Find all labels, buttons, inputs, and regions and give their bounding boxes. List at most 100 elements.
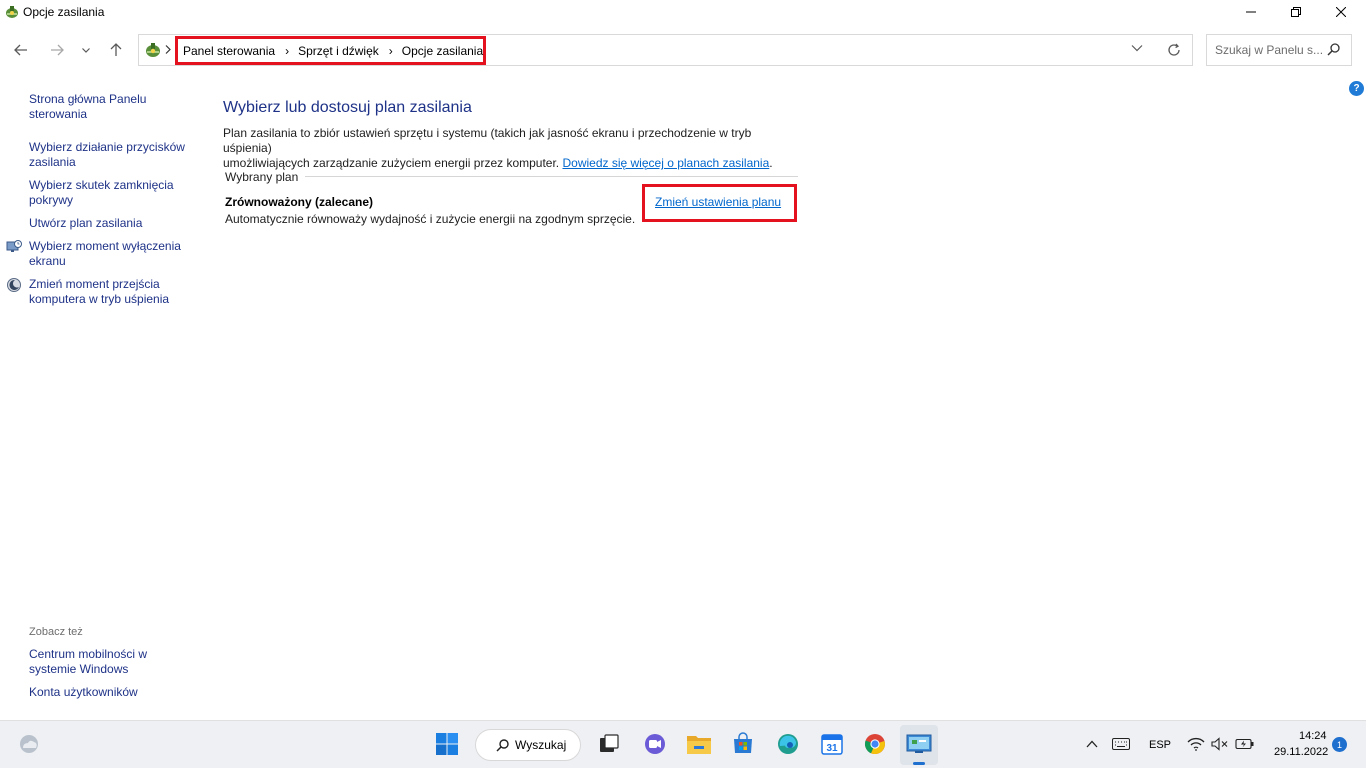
calendar-icon: 31	[821, 734, 843, 755]
sidebar-item-label: Centrum mobilności w	[29, 647, 148, 661]
forward-arrow-icon	[51, 44, 64, 56]
file-explorer-button[interactable]	[684, 730, 714, 758]
description-line: umożliwiających zarządzanie zużyciem ene…	[223, 156, 803, 171]
title-bar: Opcje zasilania	[0, 0, 1366, 24]
forward-button[interactable]	[45, 38, 69, 62]
selected-plan-label: Wybrany plan	[225, 170, 299, 184]
microsoft-store-icon	[734, 732, 752, 753]
sidebar-item-user-accounts[interactable]: Konta użytkowników	[29, 685, 194, 700]
group-divider	[305, 176, 798, 177]
keyboard-icon	[1112, 738, 1130, 750]
search-placeholder[interactable]: Szukaj w Panelu s...	[1215, 43, 1323, 57]
teams-chat-icon	[645, 734, 665, 754]
display-clock-icon	[6, 240, 22, 252]
breadcrumb-item-power-options[interactable]: Opcje zasilania	[402, 44, 483, 58]
calendar-day: 31	[826, 743, 838, 754]
file-explorer-icon	[687, 736, 711, 754]
weather-widget[interactable]	[14, 730, 44, 758]
power-options-icon	[146, 43, 160, 57]
control-panel-icon	[906, 734, 932, 753]
notification-badge[interactable]: 1	[1332, 737, 1347, 752]
sidebar-item-label: komputera w tryb uśpienia	[29, 292, 170, 306]
plan-description: Automatycznie równoważy wydajność i zuży…	[225, 212, 636, 226]
edge-icon	[778, 734, 798, 754]
chrome-button[interactable]	[860, 730, 890, 758]
help-icon[interactable]: ?	[1349, 81, 1364, 96]
search-icon[interactable]	[1327, 43, 1340, 56]
page-description: Plan zasilania to zbiór ustawień sprzętu…	[223, 126, 803, 171]
learn-more-link[interactable]: Dowiedz się więcej o planach zasilania	[562, 156, 769, 170]
task-view-button[interactable]	[594, 730, 624, 758]
taskbar-search-label: Wyszukaj	[515, 738, 567, 752]
touch-keyboard-button[interactable]	[1108, 730, 1134, 758]
description-line: Plan zasilania to zbiór ustawień sprzętu…	[223, 126, 752, 155]
network-button[interactable]	[1183, 730, 1209, 758]
sleep-moon-icon	[7, 278, 21, 292]
sidebar-item-create-plan[interactable]: Utwórz plan zasilania	[29, 216, 194, 231]
sidebar-item-label: Utwórz plan zasilania	[29, 216, 143, 230]
sidebar-item-control-panel-home[interactable]: Strona główna Panelu sterowania	[29, 92, 194, 122]
page-title: Wybierz lub dostosuj plan zasilania	[223, 99, 472, 116]
refresh-icon[interactable]	[1167, 43, 1181, 57]
wifi-icon	[1187, 737, 1205, 751]
chevron-down-icon	[82, 47, 90, 53]
close-button[interactable]	[1318, 0, 1363, 24]
windows-start-icon	[436, 733, 458, 755]
sidebar-item-mobility-center[interactable]: Centrum mobilności w systemie Windows	[29, 647, 194, 677]
sidebar-item-display-off[interactable]: Wybierz moment wyłączenia ekranu	[29, 239, 194, 269]
teams-chat-button[interactable]	[640, 730, 670, 758]
weather-icon	[20, 735, 38, 753]
restore-icon	[1290, 7, 1301, 17]
breadcrumb-item-control-panel[interactable]: Panel sterowania	[183, 44, 275, 58]
clock-date[interactable]: 29.11.2022	[1274, 746, 1328, 758]
see-also-heading: Zobacz też	[29, 626, 83, 638]
breadcrumb-separator[interactable]: ›	[389, 44, 393, 58]
search-icon	[496, 738, 509, 752]
edge-button[interactable]	[773, 730, 803, 758]
sidebar-item-lid-close[interactable]: Wybierz skutek zamknięcia pokrywy	[29, 178, 194, 208]
back-arrow-icon	[14, 44, 27, 56]
sidebar-item-label: Wybierz skutek zamknięcia	[29, 178, 174, 192]
sidebar-item-label: Wybierz działanie przycisków	[29, 140, 185, 154]
sidebar-item-label: pokrywy	[29, 193, 74, 207]
volume-muted-icon	[1211, 737, 1228, 751]
volume-button[interactable]	[1208, 730, 1232, 758]
taskbar-search[interactable]: Wyszukaj	[475, 729, 581, 761]
up-button[interactable]	[104, 38, 128, 62]
address-dropdown-icon[interactable]	[1131, 44, 1143, 52]
sidebar-item-label: zasilania	[29, 155, 76, 169]
minimize-icon	[1245, 11, 1256, 13]
breadcrumb-chevron-icon[interactable]	[165, 45, 171, 54]
sidebar-item-label: Zmień moment przejścia	[29, 277, 160, 291]
control-panel-button[interactable]	[904, 730, 934, 758]
sidebar-item-label: Konta użytkowników	[29, 685, 138, 699]
battery-button[interactable]	[1232, 730, 1258, 758]
sidebar-item-sleep[interactable]: Zmień moment przejścia komputera w tryb …	[29, 277, 194, 307]
battery-icon	[1235, 738, 1254, 750]
sidebar-item-label: sterowania	[29, 107, 88, 121]
sidebar-item-label: systemie Windows	[29, 662, 129, 676]
breadcrumb-item-hardware-sound[interactable]: Sprzęt i dźwięk	[298, 44, 379, 58]
clock-time[interactable]: 14:24	[1299, 730, 1327, 742]
power-options-icon	[6, 6, 18, 18]
active-app-indicator	[913, 762, 925, 765]
restore-button[interactable]	[1273, 0, 1318, 24]
chrome-icon	[864, 734, 885, 755]
breadcrumb-separator[interactable]: ›	[285, 44, 289, 58]
sidebar-item-power-buttons[interactable]: Wybierz działanie przycisków zasilania	[29, 140, 194, 170]
sidebar-item-label: Strona główna Panelu	[29, 92, 147, 106]
microsoft-store-button[interactable]	[728, 730, 758, 758]
description-suffix: .	[769, 156, 773, 170]
window-title: Opcje zasilania	[23, 5, 105, 19]
minimize-button[interactable]	[1228, 0, 1273, 24]
show-hidden-icons-button[interactable]	[1080, 730, 1104, 758]
chevron-up-icon	[1086, 740, 1098, 748]
input-language[interactable]: ESP	[1149, 739, 1171, 751]
breadcrumb: Panel sterowania › Sprzęt i dźwięk › Opc…	[175, 36, 486, 65]
change-plan-settings-link[interactable]: Zmień ustawienia planu	[655, 195, 781, 209]
start-button[interactable]	[432, 730, 462, 758]
calendar-button[interactable]: 31	[817, 730, 847, 758]
back-button[interactable]	[9, 38, 33, 62]
recent-locations-button[interactable]	[77, 38, 95, 62]
up-arrow-icon	[110, 43, 122, 56]
